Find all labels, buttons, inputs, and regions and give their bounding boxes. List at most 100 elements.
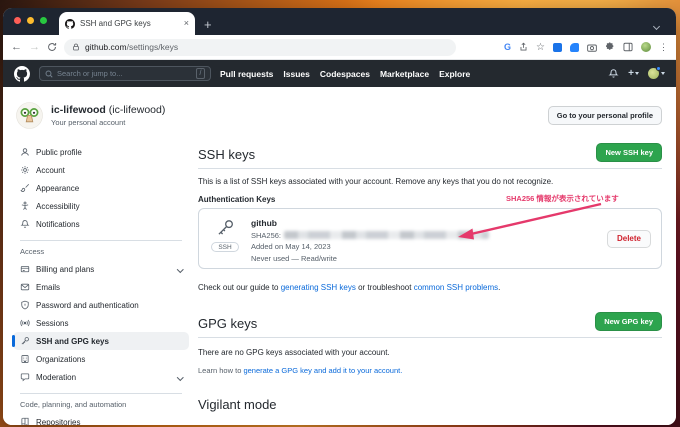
go-to-profile-button[interactable]: Go to your personal profile (548, 106, 662, 125)
sidebar-item-password-authentication[interactable]: Password and authentication (13, 296, 189, 314)
active-tab[interactable]: SSH and GPG keys × (59, 12, 195, 35)
bell-icon (20, 219, 30, 229)
profile-subtitle: Your personal account (51, 118, 165, 127)
ssh-key-fingerprint: SHA256: (251, 231, 597, 240)
sidebar-item-notifications[interactable]: Notifications (13, 215, 189, 233)
sidebar-item-accessibility[interactable]: Accessibility (13, 197, 189, 215)
create-new-button[interactable]: + (628, 68, 639, 79)
back-button[interactable]: ← (11, 42, 22, 53)
new-ssh-key-button[interactable]: New SSH key (596, 143, 662, 162)
sidebar-item-sessions[interactable]: Sessions (13, 314, 189, 332)
gear-icon (20, 165, 30, 175)
sidebar-item-billing[interactable]: Billing and plans (13, 260, 189, 278)
vigilant-mode-header: Vigilant mode (198, 397, 662, 412)
notifications-bell-icon[interactable] (608, 68, 619, 79)
reload-button[interactable] (47, 42, 57, 52)
common-ssh-problems-link[interactable]: common SSH problems (414, 283, 498, 292)
credit-card-icon (20, 264, 30, 274)
desktop-background: SSH and GPG keys × + ← → github.com/sett… (0, 0, 680, 427)
chevron-down-icon (661, 72, 665, 75)
sidebar-item-account[interactable]: Account (13, 161, 189, 179)
nav-pull-requests[interactable]: Pull requests (220, 69, 273, 79)
key-icon (20, 336, 30, 346)
organization-icon (20, 354, 30, 364)
generate-gpg-key-link[interactable]: generate a GPG key and add it to your ac… (243, 366, 402, 375)
sidebar-item-organizations[interactable]: Organizations (13, 350, 189, 368)
user-avatar[interactable] (16, 102, 43, 129)
share-icon[interactable] (519, 42, 528, 52)
comment-icon (20, 372, 30, 382)
github-favicon-icon (65, 19, 75, 29)
gpg-keys-header: GPG keys New GPG key (198, 312, 662, 338)
search-input[interactable] (57, 69, 192, 78)
browser-menu-icon[interactable]: ⋮ (659, 42, 668, 53)
minimize-window-button[interactable] (27, 17, 34, 24)
sidebar-item-appearance[interactable]: Appearance (13, 179, 189, 197)
close-window-button[interactable] (14, 17, 21, 24)
nav-issues[interactable]: Issues (283, 69, 309, 79)
ssh-key-card: SSH github SHA256: Added on May 14, 2023… (198, 208, 662, 269)
sidebar-item-ssh-gpg-keys[interactable]: SSH and GPG keys (13, 332, 189, 350)
url-host: github.com (85, 42, 127, 52)
ssh-keys-title: SSH keys (198, 147, 255, 162)
sidebar-item-moderation[interactable]: Moderation (13, 368, 189, 386)
nav-codespaces[interactable]: Codespaces (320, 69, 370, 79)
search-icon (45, 70, 53, 78)
camera-extension-icon[interactable] (587, 43, 597, 52)
maximize-window-button[interactable] (40, 17, 47, 24)
paintbrush-icon (20, 183, 30, 193)
new-gpg-key-button[interactable]: New GPG key (595, 312, 662, 331)
sidebar-item-public-profile[interactable]: Public profile (13, 143, 189, 161)
settings-page: ic-lifewood (ic-lifewood) Your personal … (3, 87, 676, 425)
settings-main: SSH keys New SSH key This is a list of S… (198, 143, 662, 425)
broadcast-icon (20, 318, 30, 328)
settings-sidebar: Public profile Account Appearance Access… (13, 143, 189, 425)
tab-search-chevron-icon[interactable] (654, 16, 662, 24)
github-main-nav: Pull requests Issues Codespaces Marketpl… (220, 69, 470, 79)
ssh-guide-text: Check out our guide to generating SSH ke… (198, 283, 662, 292)
chrome-profile-avatar[interactable] (641, 42, 651, 52)
github-search-box[interactable]: / (39, 66, 211, 81)
google-icon[interactable]: G (504, 42, 511, 52)
delete-key-button[interactable]: Delete (607, 230, 651, 248)
side-panel-icon[interactable] (623, 42, 633, 52)
ssh-key-title: github (251, 218, 597, 228)
url-text: github.com/settings/keys (85, 42, 178, 52)
repo-icon (20, 417, 30, 425)
ssh-key-added-date: Added on May 14, 2023 (251, 242, 597, 251)
chevron-down-icon (635, 72, 639, 75)
address-bar[interactable]: github.com/settings/keys (64, 39, 456, 56)
sidebar-divider (20, 240, 182, 241)
profile-menu[interactable] (648, 68, 665, 79)
sidebar-divider (20, 393, 182, 394)
profile-identity: ic-lifewood (ic-lifewood) Your personal … (51, 104, 165, 127)
toolbar-icon-cluster: G ☆ ⋮ (504, 42, 668, 53)
header-avatar (648, 68, 659, 79)
new-tab-button[interactable]: + (204, 18, 212, 31)
bookmark-star-icon[interactable]: ☆ (536, 42, 545, 53)
redacted-fingerprint (284, 231, 489, 239)
nav-marketplace[interactable]: Marketplace (380, 69, 429, 79)
ssh-key-usage: Never used — Read/write (251, 254, 597, 263)
close-tab-icon[interactable]: × (184, 19, 189, 28)
sidebar-item-emails[interactable]: Emails (13, 278, 189, 296)
forward-button[interactable]: → (29, 42, 40, 53)
chevron-down-icon (177, 266, 183, 272)
extension-docs-icon[interactable] (570, 43, 579, 52)
nav-explore[interactable]: Explore (439, 69, 470, 79)
github-header: / Pull requests Issues Codespaces Market… (3, 60, 676, 87)
generating-ssh-keys-link[interactable]: generating SSH keys (281, 283, 356, 292)
github-logo-icon[interactable] (14, 66, 30, 82)
extension-blue-icon[interactable] (553, 43, 562, 52)
browser-window: SSH and GPG keys × + ← → github.com/sett… (3, 8, 676, 425)
ssh-key-details: github SHA256: Added on May 14, 2023 Nev… (251, 218, 597, 263)
ssh-type-badge: SSH (211, 242, 238, 252)
mail-icon (20, 282, 30, 292)
annotation-text: SHA256 情報が表示されています (506, 193, 619, 204)
browser-toolbar: ← → github.com/settings/keys G ☆ ⋮ (3, 35, 676, 60)
extensions-puzzle-icon[interactable] (605, 42, 615, 52)
accessibility-icon (20, 201, 30, 211)
sidebar-item-repositories[interactable]: Repositories (13, 413, 189, 425)
ssh-key-icon-column: SSH (209, 218, 241, 252)
person-icon (20, 147, 30, 157)
